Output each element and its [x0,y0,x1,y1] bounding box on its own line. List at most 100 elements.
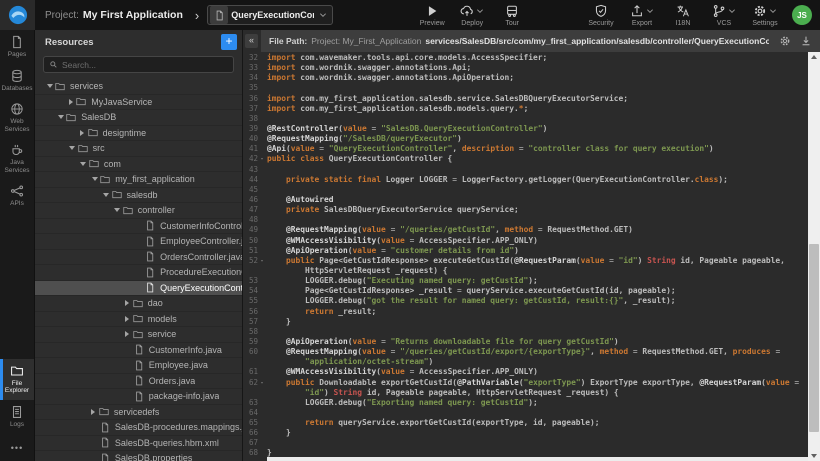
code-line-48[interactable]: 48 [243,215,808,225]
fold-marker[interactable]: - [258,154,266,164]
download-file-icon[interactable] [800,35,812,47]
code-line-59[interactable]: 59 @ApiOperation(value = "Returns downlo… [243,337,808,347]
code-line-36[interactable]: 36import com.my_first_application.salesd… [243,94,808,104]
code-line-34[interactable]: 34import com.wordnik.swagger.annotations… [243,73,808,83]
tree-item-controller[interactable]: controller [35,203,242,219]
code-line-32[interactable]: 32import com.wavemaker.tools.api.core.mo… [243,53,808,63]
code-line-47[interactable]: 47 private SalesDBQueryExecutorService q… [243,205,808,215]
horizontal-scrollbar[interactable] [267,457,808,461]
tree-item-salesdb[interactable]: salesdb [35,188,242,204]
add-resource-button[interactable]: + [221,34,237,50]
chevron-right-icon[interactable] [123,300,132,306]
code-line-44[interactable]: 44 private static final Logger LOGGER = … [243,175,808,185]
tree-item-servicedefs[interactable]: servicedefs [35,405,242,421]
tree-item-employee-java[interactable]: Employee.java [35,358,242,374]
code-line-41[interactable]: 41@Api(value = "QueryExecutionController… [243,144,808,154]
code-line-57[interactable]: 57 } [243,317,808,327]
chevron-down-icon[interactable] [56,115,65,119]
chevron-down-icon[interactable] [68,146,77,150]
sidebar-item-databases[interactable]: Databases [0,64,34,98]
code-line-33[interactable]: 33import com.wordnik.swagger.annotations… [243,63,808,73]
code-line-40[interactable]: 40@RequestMapping("/SalesDB/queryExecuto… [243,134,808,144]
tree-item-designtime[interactable]: designtime [35,126,242,142]
tree-item-procedureexecutioncontroller-java[interactable]: ProcedureExecutionController.java [35,265,242,281]
tour-button[interactable]: Tour [499,4,525,27]
tree-item-com[interactable]: com [35,157,242,173]
tree-item-orders-java[interactable]: Orders.java [35,374,242,390]
tree-item-salesdb[interactable]: SalesDB [35,110,242,126]
tree-item-service[interactable]: service [35,327,242,343]
sidebar-item-web-services[interactable]: Web Services [0,97,34,138]
tree-item-orderscontroller-java[interactable]: OrdersController.java [35,250,242,266]
code-line-38[interactable]: 38 [243,114,808,124]
scroll-down-arrow-icon[interactable] [808,451,820,461]
tree-item-salesdb-procedures-mappings-json[interactable]: SalesDB-procedures.mappings.json [35,420,242,436]
code-line-60[interactable]: 60 @RequestMapping(value = "/queries/get… [243,347,808,357]
code-line-55[interactable]: 55 LOGGER.debug("got the result for name… [243,296,808,306]
code-line-wrap[interactable]: "application/octet-stream") [243,357,808,367]
code-line-65[interactable]: 65 return queryService.exportGetCustId(e… [243,418,808,428]
sidebar-item-pages[interactable]: Pages [0,30,34,64]
open-file-dropdown[interactable]: QueryExecutionCon... [207,5,333,25]
chevron-down-icon[interactable] [113,208,122,212]
chevron-right-icon[interactable] [78,130,87,136]
chevron-right-icon[interactable] [123,331,132,337]
code-line-61[interactable]: 61 @WMAccessVisibility(value = AccessSpe… [243,367,808,377]
code-line-45[interactable]: 45 [243,185,808,195]
i18n-button[interactable]: I18N [670,4,696,27]
vertical-scrollbar[interactable] [808,52,820,461]
sidebar-item-logs[interactable]: Logs [0,400,34,434]
fold-marker[interactable]: - [258,256,266,266]
code-line-64[interactable]: 64 [243,408,808,418]
code-line-67[interactable]: 67 [243,438,808,448]
code-line-63[interactable]: 63 LOGGER.debug("Exporting named query: … [243,398,808,408]
export-button[interactable]: Export [629,4,655,27]
vertical-scrollbar-thumb[interactable] [809,244,819,432]
chevron-right-icon[interactable] [66,99,75,105]
chevron-down-icon[interactable] [102,193,111,197]
code-line-58[interactable]: 58 [243,327,808,337]
code-pane[interactable]: 32import com.wavemaker.tools.api.core.mo… [243,52,808,461]
code-line-53[interactable]: 53 LOGGER.debug("Executing named query: … [243,276,808,286]
code-line-54[interactable]: 54 Page<GetCustIdResponse> _result = que… [243,286,808,296]
code-line-37[interactable]: 37import com.my_first_application.salesd… [243,104,808,114]
code-line-wrap[interactable]: HttpServletRequest _request) { [243,266,808,276]
code-line-43[interactable]: 43 [243,165,808,175]
code-line-42[interactable]: 42-public class QueryExecutionController… [243,154,808,164]
scroll-up-arrow-icon[interactable] [808,52,820,62]
tree-item-src[interactable]: src [35,141,242,157]
code-line-49[interactable]: 49 @RequestMapping(value = "/queries/get… [243,225,808,235]
code-line-51[interactable]: 51 @ApiOperation(value = "customer detai… [243,246,808,256]
collapse-panel-button[interactable]: « [245,34,258,48]
settings-button[interactable]: Settings [752,4,778,27]
fold-marker[interactable]: - [258,378,266,388]
vcs-button[interactable]: VCS [711,4,737,27]
sidebar-item-java-services[interactable]: Java Services [0,138,34,179]
sidebar-item-file-explorer[interactable]: File Explorer [0,359,34,400]
deploy-button[interactable]: Deploy [459,4,485,27]
tree-item-customerinfo-java[interactable]: CustomerInfo.java [35,343,242,359]
user-avatar[interactable]: JS [792,5,812,25]
tree-item-queryexecutioncontroller-java[interactable]: QueryExecutionController.java [35,281,242,297]
code-line-46[interactable]: 46 @Autowired [243,195,808,205]
tree-item-myjavaservice[interactable]: MyJavaService [35,95,242,111]
chevron-right-icon[interactable] [123,316,132,322]
code-line-wrap[interactable]: "id") String id, Pageable pageable, Http… [243,388,808,398]
tree-item-salesdb-properties[interactable]: SalesDB.properties [35,451,242,461]
tree-item-salesdb-queries-hbm-xml[interactable]: SalesDB-queries.hbm.xml [35,436,242,452]
code-line-39[interactable]: 39@RestController(value = "SalesDB.Query… [243,124,808,134]
editor-settings-gear-icon[interactable] [779,35,791,47]
tree-item-employeecontroller-java[interactable]: EmployeeController.java [35,234,242,250]
chevron-down-icon[interactable] [45,84,54,88]
chevron-down-icon[interactable] [90,177,99,181]
tree-item-dao[interactable]: dao [35,296,242,312]
security-button[interactable]: Security [588,4,614,27]
code-line-62[interactable]: 62- public Downloadable exportGetCustId(… [243,378,808,388]
tree-item-my-first-application[interactable]: my_first_application [35,172,242,188]
tree-item-customerinfocontroller-java[interactable]: CustomerInfoController.java [35,219,242,235]
code-line-35[interactable]: 35 [243,83,808,93]
code-line-56[interactable]: 56 return _result; [243,307,808,317]
tree-item-package-info-java[interactable]: package-info.java [35,389,242,405]
code-line-66[interactable]: 66 } [243,428,808,438]
chevron-right-icon[interactable] [89,409,98,415]
